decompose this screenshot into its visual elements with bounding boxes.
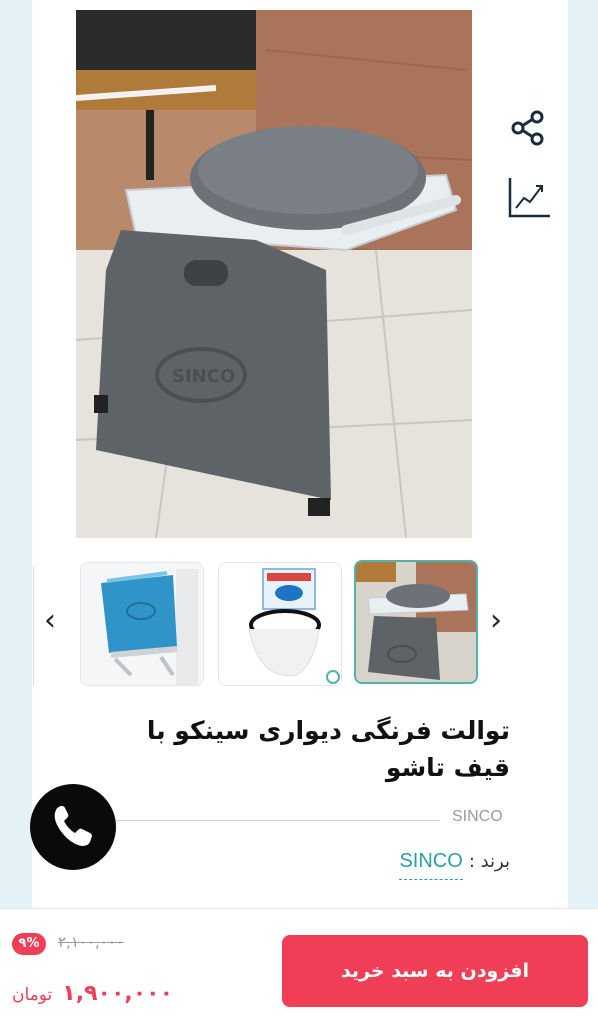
- brand-english-label: SINCO: [452, 808, 503, 825]
- thumb-edge: [30, 566, 34, 686]
- price-row: تومان ۱,۹۰۰,۰۰۰: [12, 981, 173, 1006]
- purchase-bar: ۹% ۲,۱۰۰,۰۰۰ تومان ۱,۹۰۰,۰۰۰ افزودن به س…: [0, 908, 598, 1032]
- brand-label: برند :: [468, 851, 510, 872]
- thumbnail-seat[interactable]: [354, 560, 478, 684]
- thumbnail-package[interactable]: [218, 562, 342, 686]
- discount-badge: ۹%: [12, 933, 46, 955]
- brand-row: برند : SINCO: [399, 850, 510, 880]
- thumbnail-blue-folded[interactable]: [80, 562, 204, 686]
- call-button[interactable]: [30, 784, 116, 870]
- divider: [110, 820, 440, 821]
- brand-link[interactable]: SINCO: [399, 850, 463, 880]
- product-main-image[interactable]: SINCO: [76, 10, 472, 538]
- price-currency: تومان: [12, 985, 53, 1005]
- price-value: ۱,۹۰۰,۰۰۰: [62, 981, 174, 1006]
- phone-icon: [48, 800, 98, 854]
- add-to-cart-button[interactable]: افزودن به سبد خرید: [282, 935, 588, 1007]
- old-price: ۲,۱۰۰,۰۰۰: [58, 933, 124, 951]
- share-icon[interactable]: [508, 108, 548, 148]
- main-image-logo: SINCO: [172, 366, 235, 387]
- chevron-right-icon[interactable]: ›: [482, 604, 510, 638]
- price-chart-icon[interactable]: [506, 174, 552, 220]
- product-title: توالت فرنگی دیواری سینکو با قیف تاشو: [146, 716, 510, 782]
- chevron-left-icon[interactable]: ‹: [36, 604, 64, 638]
